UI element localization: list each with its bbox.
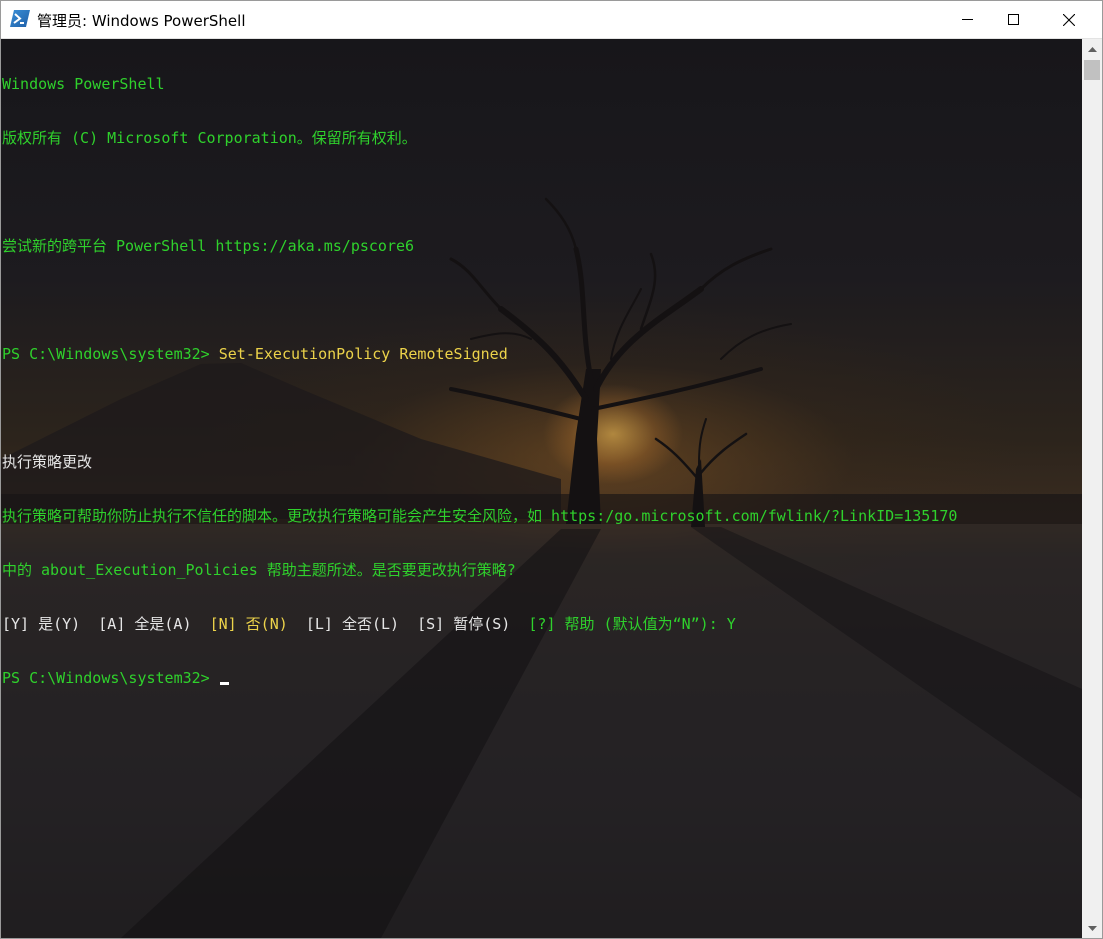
choice-line: [Y] 是(Y) [A] 全是(A) [N] 否(N) [L] 全否(L) [S… <box>2 615 957 633</box>
window-title: 管理员: Windows PowerShell <box>37 12 246 30</box>
scroll-thumb[interactable] <box>1084 60 1100 80</box>
console-output: Windows PowerShell 版权所有 (C) Microsoft Co… <box>2 39 957 723</box>
title-bar[interactable]: 管理员: Windows PowerShell <box>1 1 1102 39</box>
vertical-scrollbar[interactable] <box>1082 39 1102 938</box>
command-line: PS C:\Windows\system32> Set-ExecutionPol… <box>2 345 957 363</box>
policy-message-1: 执行策略可帮助你防止执行不信任的脚本。更改执行策略可能会产生安全风险，如 htt… <box>2 507 958 525</box>
maximize-button[interactable] <box>990 1 1036 38</box>
scroll-down-button[interactable] <box>1082 918 1102 938</box>
choice-yes-all: [A] 全是(A) <box>98 615 210 633</box>
console-area[interactable]: Windows PowerShell 版权所有 (C) Microsoft Co… <box>1 39 1082 938</box>
maximize-icon <box>1007 14 1019 25</box>
header-line-2: 版权所有 (C) Microsoft Corporation。保留所有权利。 <box>2 129 417 147</box>
close-icon <box>1063 13 1075 26</box>
powershell-icon <box>10 10 30 27</box>
close-button[interactable] <box>1036 1 1102 38</box>
choice-help: [?] 帮助 (默认值为“N”): Y <box>528 615 736 633</box>
choice-suspend: [S] 暂停(S) <box>417 615 529 633</box>
final-prompt: PS C:\Windows\system32> <box>2 669 219 687</box>
header-line-1: Windows PowerShell <box>2 75 165 93</box>
minimize-button[interactable] <box>944 1 990 38</box>
powershell-window: 管理员: Windows PowerShell Windows PowerShe… <box>0 0 1103 939</box>
policy-heading: 执行策略更改 <box>2 453 93 471</box>
choice-no: [N] 否(N) <box>209 615 306 633</box>
choice-yes: [Y] 是(Y) <box>2 615 99 633</box>
scroll-up-button[interactable] <box>1082 39 1102 59</box>
command-text: Set-ExecutionPolicy RemoteSigned <box>218 345 508 363</box>
arrow-down-icon <box>1087 925 1097 931</box>
header-line-3: 尝试新的跨平台 PowerShell https://aka.ms/pscore… <box>2 237 415 255</box>
arrow-up-icon <box>1087 46 1097 52</box>
final-prompt-line[interactable]: PS C:\Windows\system32> <box>2 669 957 687</box>
choice-no-all: [L] 全否(L) <box>305 615 418 633</box>
prompt: PS C:\Windows\system32> <box>2 345 219 363</box>
policy-message-2: 中的 about_Execution_Policies 帮助主题所述。是否要更改… <box>2 561 516 579</box>
text-cursor <box>219 682 229 685</box>
minimize-icon <box>961 19 973 20</box>
